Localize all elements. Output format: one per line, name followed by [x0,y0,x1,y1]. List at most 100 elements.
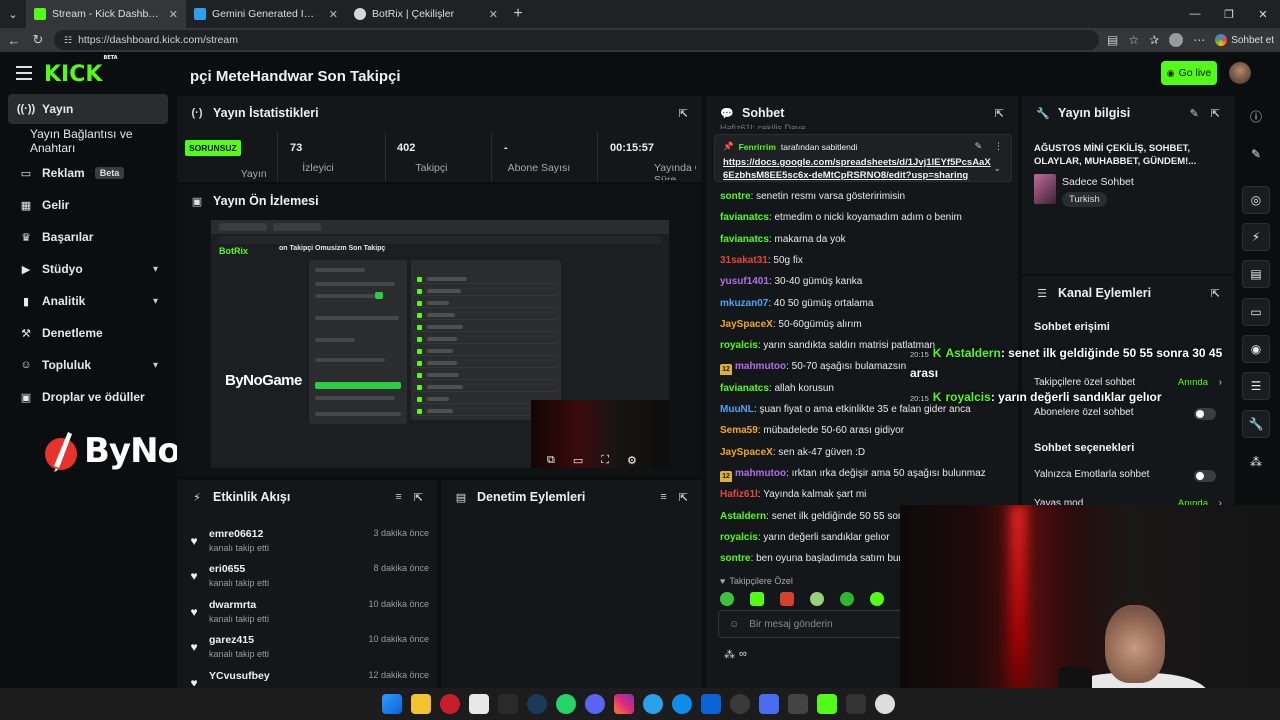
chat-username[interactable]: Astaldern [720,511,766,522]
popout-icon[interactable]: ⇱ [1211,107,1220,120]
chat-username[interactable]: sontre [720,191,751,202]
profile-avatar[interactable] [1169,33,1184,47]
browser-tab-gemini[interactable]: Gemini Generated Image 1foiz31f... ✕ [186,0,346,28]
event-user[interactable]: YCvusufbey [209,670,270,682]
chat-username[interactable]: royalcis [720,532,758,543]
telegram-icon[interactable] [643,694,663,714]
obs-icon[interactable] [730,694,750,714]
emote-icon[interactable] [780,592,794,606]
chat-username[interactable]: mkuzan07 [720,298,768,309]
emote-icon[interactable] [720,592,734,606]
stream-preview[interactable]: BotRix on Takipçi Omusizm Son Takipç ByN… [211,220,669,468]
chat-username[interactable]: JaySpaceX [720,319,773,330]
lightning-icon[interactable]: ⚡ [1242,223,1270,251]
chat-username[interactable]: Hafiz61l [720,489,758,500]
chevron-down-icon[interactable]: ⌄ [993,163,1001,174]
chat-username[interactable]: favianatcs [720,234,769,245]
edit-pencil-icon[interactable]: ✎ [1242,140,1270,168]
favorites-icon[interactable]: ✰ [1149,33,1159,47]
menu-icon[interactable] [16,66,32,80]
close-window-icon[interactable]: ✕ [1246,8,1280,21]
browser-tab-kick[interactable]: Stream - Kick Dashboard ✕ [26,0,186,28]
list-icon[interactable]: ☰ [1242,372,1270,400]
broadcast-icon[interactable]: ◉ [1242,335,1270,363]
back-icon[interactable]: ← [6,33,22,48]
new-tab-icon[interactable]: + [506,5,530,23]
app-icon[interactable] [846,694,866,714]
go-live-button[interactable]: ◉ Go live [1161,61,1217,85]
info-icon[interactable]: ⓘ [1242,102,1270,130]
app-icon[interactable] [469,694,489,714]
kick-studio-icon[interactable] [817,694,837,714]
close-icon[interactable]: ✕ [169,8,178,21]
site-info-icon[interactable]: ☷ [64,35,72,46]
sidebar-item-yayin[interactable]: ((·)) Yayın [8,94,168,124]
emote-icon[interactable] [750,592,764,606]
app-icon[interactable] [875,694,895,714]
chat-username[interactable]: favianatcs [720,383,769,394]
popout-icon[interactable]: ⇱ [995,107,1004,120]
copilot-button[interactable]: Sohbet et [1215,34,1274,46]
filter-icon[interactable]: ≡ [395,491,401,504]
sidebar-item-droplar[interactable]: ▣ Droplar ve ödüller [8,382,168,412]
wrench-icon[interactable]: 🔧 [1242,410,1270,438]
chat-username[interactable]: yusuf1401 [720,276,769,287]
sidebar-item-gelir[interactable]: ▦ Gelir [8,190,168,220]
emote-icon[interactable] [810,592,824,606]
whatsapp-icon[interactable] [556,694,576,714]
chat-username[interactable]: sontre [720,553,751,564]
close-icon[interactable]: ✕ [489,8,498,21]
minimize-icon[interactable]: — [1178,8,1212,21]
reader-icon[interactable]: ▤ [1107,33,1118,47]
url-field[interactable]: ☷ https://dashboard.kick.com/stream [54,30,1100,50]
popout-player-icon[interactable]: ▭ [573,454,583,467]
fullscreen-icon[interactable]: ⛶ [601,454,609,467]
restore-icon[interactable]: ❐ [1212,8,1246,21]
windows-start-icon[interactable] [382,694,402,714]
sidebar-item-stream-key[interactable]: Yayın Bağlantısı ve Anahtarı [8,126,178,156]
users-icon[interactable]: ⁂ [724,648,735,661]
sidebar-item-denetleme[interactable]: ⚒ Denetleme [8,318,168,348]
emotes-only-option[interactable]: Yalnızca Emotlarla sohbet [1034,469,1222,485]
chat-username[interactable]: Sema59 [720,425,758,436]
chat-username[interactable]: mahmutoo [735,361,786,372]
popout-icon[interactable]: ⇱ [1211,287,1220,300]
category-thumbnail[interactable] [1034,174,1056,204]
browser-tab-botrix[interactable]: BotRix | Çekilişler ✕ [346,0,506,28]
subs-only-toggle[interactable] [1194,408,1216,420]
pinned-link[interactable]: https://docs.google.com/spreadsheets/d/1… [723,156,991,182]
infinity-icon[interactable]: ∞ [739,648,747,661]
chat-username[interactable]: favianatcs [720,212,769,223]
close-icon[interactable]: ✕ [329,8,338,21]
emoji-icon[interactable]: ☺ [729,619,739,630]
emote-icon[interactable] [870,592,884,606]
user-avatar[interactable] [1229,62,1251,84]
app-icon[interactable] [759,694,779,714]
sidebar-item-analitik[interactable]: ▮ Analitik ▾ [8,286,168,316]
sidebar-item-topluluk[interactable]: ☺ Topluluk ▾ [8,350,168,380]
edit-pencil-icon[interactable]: ✎ [1190,107,1199,120]
category-name[interactable]: Sadece Sohbet [1062,176,1134,188]
file-explorer-icon[interactable] [411,694,431,714]
chat-username[interactable]: 31sakat31 [720,255,768,266]
pip-icon[interactable]: ⧉ [547,454,555,467]
target-icon[interactable]: ◎ [1242,186,1270,214]
more-icon[interactable]: ⋯ [1193,33,1205,47]
chat-bubble-icon[interactable]: ▭ [1242,298,1270,326]
emote-icon[interactable] [840,592,854,606]
event-user[interactable]: eri0655 [209,563,245,575]
chat-username[interactable]: royalcis [720,340,758,351]
users-icon[interactable]: ⁂ [1242,448,1270,476]
outlook-icon[interactable] [701,694,721,714]
steam-icon[interactable] [527,694,547,714]
bookmark-star-icon[interactable]: ☆ [1128,33,1139,47]
event-user[interactable]: garez415 [209,634,254,646]
epic-games-icon[interactable] [498,694,518,714]
sidebar-item-reklam[interactable]: ▭ Reklam Beta [8,158,168,188]
chat-username[interactable]: JaySpaceX [720,447,773,458]
unpin-icon[interactable]: ✎ [974,141,982,152]
sidebar-item-studyo[interactable]: ▶ Stüdyo ▾ [8,254,168,284]
popout-icon[interactable]: ⇱ [679,107,688,120]
event-user[interactable]: emre06612 [209,528,263,540]
settings-gear-icon[interactable]: ⚙ [627,454,637,467]
